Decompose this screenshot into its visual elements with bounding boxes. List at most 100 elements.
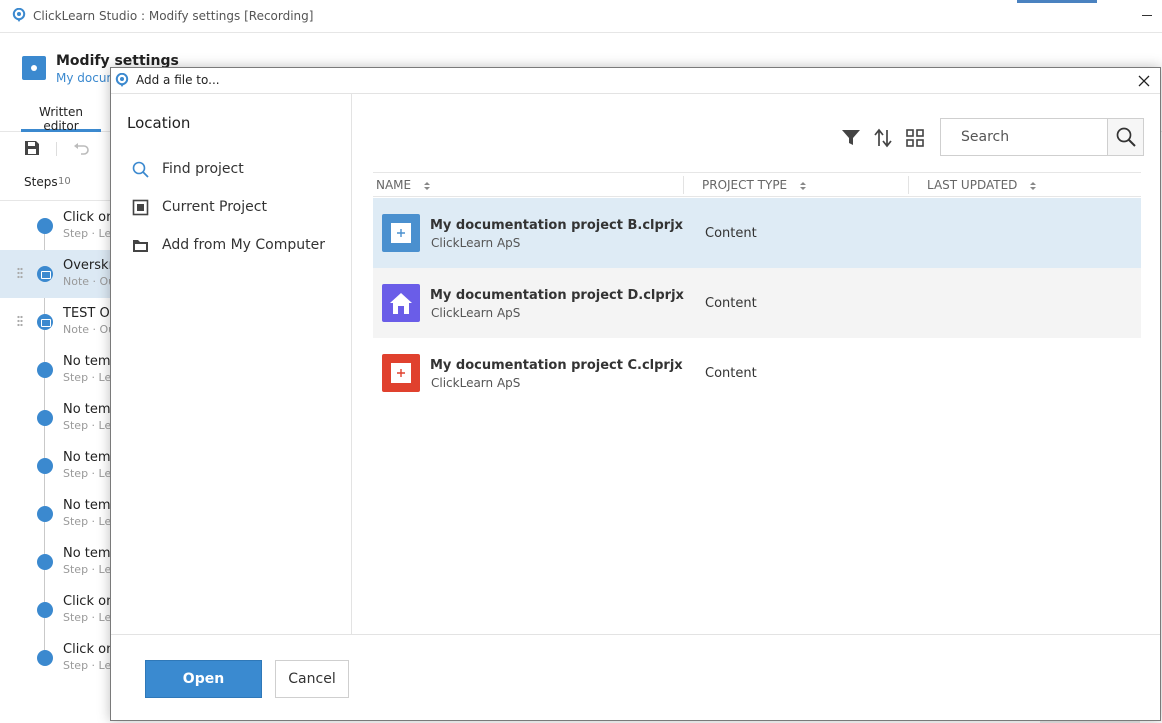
project-type: Content bbox=[705, 226, 757, 241]
add-file-dialog: Add a file to... Location Find project C… bbox=[110, 67, 1161, 721]
column-header-last-updated[interactable]: LAST UPDATED bbox=[927, 178, 1037, 192]
step-meta: Step · Le bbox=[63, 371, 112, 384]
step-item[interactable]: Overskr Note · Ou bbox=[0, 250, 116, 298]
save-icon[interactable] bbox=[24, 140, 40, 156]
step-item[interactable]: No temp Step · Le bbox=[0, 442, 119, 490]
location-add-from-computer[interactable]: Add from My Computer bbox=[111, 226, 351, 264]
column-divider bbox=[683, 176, 684, 194]
step-item[interactable]: TEST Op Note · Ou bbox=[0, 298, 118, 346]
location-heading: Location bbox=[127, 114, 191, 132]
project-type: Content bbox=[705, 296, 757, 311]
step-title: Click on bbox=[63, 642, 115, 657]
step-item[interactable]: Click on Step · Le bbox=[0, 634, 115, 682]
undo-icon[interactable] bbox=[72, 140, 90, 156]
project-owner: ClickLearn ApS bbox=[431, 376, 521, 390]
step-meta: Note · Ou bbox=[63, 323, 116, 336]
project-link[interactable]: My docum bbox=[56, 71, 118, 85]
project-browser: NAME PROJECT TYPE LAST UPDATED My docu bbox=[352, 94, 1160, 634]
sort-arrows-icon bbox=[1030, 181, 1037, 190]
open-button[interactable]: Open bbox=[145, 660, 262, 698]
clicklearn-logo-icon bbox=[12, 8, 26, 22]
search-box bbox=[940, 118, 1144, 156]
step-dot-icon bbox=[37, 650, 53, 666]
minimize-button[interactable] bbox=[1136, 4, 1158, 26]
step-meta: Step · Le bbox=[63, 227, 112, 240]
sort-arrows-icon bbox=[423, 181, 430, 190]
location-label: Add from My Computer bbox=[162, 237, 325, 253]
project-plus-icon bbox=[382, 214, 420, 252]
step-dot-icon bbox=[37, 602, 53, 618]
location-label: Find project bbox=[162, 161, 244, 177]
tab-written-editor[interactable]: Written editor bbox=[21, 96, 101, 133]
search-icon bbox=[1116, 127, 1136, 147]
filter-icon[interactable] bbox=[841, 128, 861, 148]
step-item[interactable]: No temp Step · Le bbox=[0, 490, 119, 538]
step-dot-icon bbox=[37, 218, 53, 234]
table-row[interactable]: My documentation project D.clprjx ClickLe… bbox=[373, 268, 1141, 338]
column-divider bbox=[908, 176, 909, 194]
step-meta: Note · Ou bbox=[63, 275, 116, 288]
table-row[interactable]: My documentation project C.clprjx ClickLe… bbox=[373, 338, 1141, 408]
step-meta: Step · Le bbox=[63, 467, 112, 480]
window-title: ClickLearn Studio : Modify settings [Rec… bbox=[33, 9, 314, 23]
table-header: NAME PROJECT TYPE LAST UPDATED bbox=[373, 172, 1141, 197]
step-item[interactable]: No temp Step · Le bbox=[0, 394, 119, 442]
note-icon bbox=[37, 314, 53, 330]
step-title: Click on bbox=[63, 210, 115, 225]
grid-view-icon[interactable] bbox=[905, 128, 925, 148]
column-header-name[interactable]: NAME bbox=[376, 178, 431, 192]
app-titlebar: ClickLearn Studio : Modify settings [Rec… bbox=[0, 0, 1162, 33]
step-meta: Step · Le bbox=[63, 611, 112, 624]
folder-icon bbox=[133, 240, 148, 252]
dialog-footer: Open Cancel bbox=[111, 634, 1160, 720]
step-item[interactable]: Click on Step · Le bbox=[0, 202, 115, 250]
step-item[interactable]: Click on Step · Le bbox=[0, 586, 115, 634]
project-name: My documentation project C.clprjx bbox=[430, 358, 683, 373]
step-meta: Step · Le bbox=[63, 563, 112, 576]
step-dot-icon bbox=[37, 458, 53, 474]
steps-label: Steps bbox=[24, 175, 58, 189]
step-meta: Step · Le bbox=[63, 419, 112, 432]
sort-icon[interactable] bbox=[873, 128, 893, 148]
project-type: Content bbox=[705, 366, 757, 381]
search-button[interactable] bbox=[1107, 119, 1143, 155]
dialog-title: Add a file to... bbox=[136, 73, 220, 87]
step-dot-icon bbox=[37, 410, 53, 426]
location-label: Current Project bbox=[162, 199, 267, 215]
table-row[interactable]: My documentation project B.clprjx ClickLe… bbox=[373, 198, 1141, 268]
steps-list: Click on Step · Le Overskr Note · Ou TEST Op… bbox=[0, 202, 119, 723]
step-item[interactable]: No temp Step · Le bbox=[0, 538, 119, 586]
project-name: My documentation project D.clprjx bbox=[430, 288, 684, 303]
note-icon bbox=[37, 266, 53, 282]
column-header-project-type[interactable]: PROJECT TYPE bbox=[702, 178, 807, 192]
drag-handle-icon[interactable] bbox=[17, 267, 23, 279]
drag-handle-icon[interactable] bbox=[17, 315, 23, 327]
dialog-titlebar: Add a file to... bbox=[111, 68, 1160, 94]
clicklearn-logo-icon bbox=[115, 73, 129, 87]
document-icon bbox=[22, 56, 46, 80]
location-sidebar: Location Find project Current Project Ad… bbox=[111, 94, 352, 634]
project-icon bbox=[132, 199, 149, 216]
steps-count: 10 bbox=[58, 176, 71, 187]
project-home-icon bbox=[382, 284, 420, 322]
search-input[interactable] bbox=[941, 119, 1109, 155]
step-dot-icon bbox=[37, 362, 53, 378]
location-find-project[interactable]: Find project bbox=[111, 150, 351, 188]
cancel-button[interactable]: Cancel bbox=[275, 660, 349, 698]
step-title: Overskr bbox=[63, 258, 114, 273]
location-current-project[interactable]: Current Project bbox=[111, 188, 351, 226]
sort-arrows-icon bbox=[799, 181, 806, 190]
project-name: My documentation project B.clprjx bbox=[430, 218, 684, 233]
steps-header: Steps 10 bbox=[0, 165, 112, 201]
toolbar-separator bbox=[56, 142, 57, 156]
project-owner: ClickLearn ApS bbox=[431, 236, 521, 250]
project-owner: ClickLearn ApS bbox=[431, 306, 521, 320]
step-dot-icon bbox=[37, 554, 53, 570]
step-title: Click on bbox=[63, 594, 115, 609]
step-item[interactable]: No temp Step · Le bbox=[0, 346, 119, 394]
step-meta: Step · Le bbox=[63, 515, 112, 528]
step-meta: Step · Le bbox=[63, 659, 112, 672]
project-plus-icon bbox=[382, 354, 420, 392]
close-icon[interactable] bbox=[1134, 71, 1154, 91]
step-dot-icon bbox=[37, 506, 53, 522]
